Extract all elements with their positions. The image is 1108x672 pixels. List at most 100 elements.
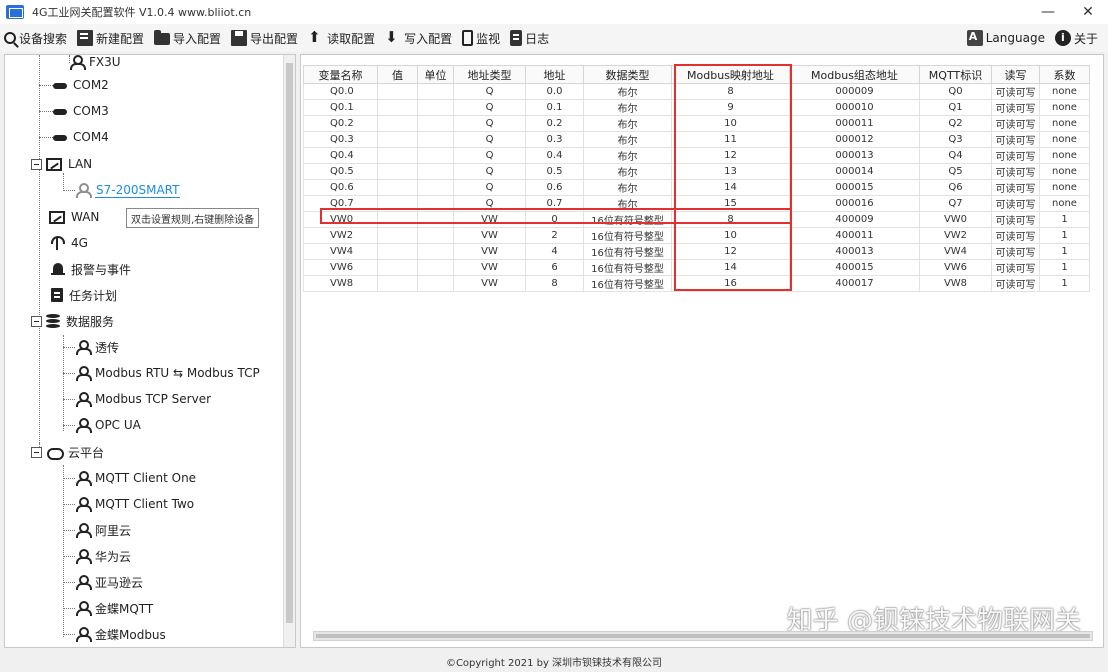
table-cell[interactable]: 0.1 <box>525 99 584 116</box>
horizontal-scrollbar[interactable] <box>313 631 1093 641</box>
table-cell[interactable]: Q <box>453 163 526 180</box>
table-cell[interactable]: none <box>1039 147 1090 164</box>
tree-item-opc-ua[interactable]: OPC UA <box>75 414 141 436</box>
table-cell[interactable] <box>417 131 454 148</box>
tree-item-huawei[interactable]: 华为云 <box>75 545 131 567</box>
table-cell[interactable]: VW0 <box>919 211 992 228</box>
table-cell[interactable]: Q0.0 <box>303 83 378 100</box>
table-cell[interactable]: 000014 <box>789 163 920 180</box>
table-cell[interactable]: 可读可写 <box>991 227 1040 244</box>
column-header[interactable]: 地址 <box>525 65 584 84</box>
table-cell[interactable]: Q0 <box>919 83 992 100</box>
tree-item-com4[interactable]: COM4 <box>53 126 109 148</box>
table-cell[interactable]: none <box>1039 195 1090 212</box>
table-cell[interactable] <box>377 131 418 148</box>
tree-item-mqtt-two[interactable]: MQTT Client Two <box>75 493 194 515</box>
table-cell[interactable]: Q <box>453 115 526 132</box>
table-cell[interactable]: VW <box>453 259 526 276</box>
table-cell[interactable] <box>417 275 454 292</box>
table-cell[interactable] <box>417 99 454 116</box>
table-cell[interactable]: 16位有符号整型 <box>583 243 672 260</box>
log-button[interactable]: 日志 <box>506 25 553 51</box>
write-config-button[interactable]: 写入配置 <box>381 25 456 51</box>
collapse-icon[interactable] <box>31 446 42 458</box>
column-header[interactable]: 数据类型 <box>583 65 672 84</box>
tree-item-4g[interactable]: 4G <box>49 232 88 254</box>
table-cell[interactable]: 16位有符号整型 <box>583 275 672 292</box>
table-cell[interactable] <box>377 275 418 292</box>
table-cell[interactable]: Q0.4 <box>303 147 378 164</box>
tree-item-s7-200smart[interactable]: S7-200SMART <box>75 179 181 201</box>
tree-item-wan[interactable]: WAN <box>49 206 99 228</box>
table-cell[interactable] <box>377 99 418 116</box>
table-cell[interactable]: Q0.2 <box>303 115 378 132</box>
tree-item-fx3u[interactable]: FX3U <box>69 55 121 73</box>
table-cell[interactable]: VW <box>453 243 526 260</box>
table-cell[interactable]: Q0.1 <box>303 99 378 116</box>
table-cell[interactable] <box>417 83 454 100</box>
table-cell[interactable]: Q3 <box>919 131 992 148</box>
column-header[interactable]: 地址类型 <box>453 65 526 84</box>
tree-item-passthrough[interactable]: 透传 <box>75 336 119 358</box>
table-cell[interactable] <box>417 179 454 196</box>
close-button[interactable]: ✕ <box>1068 0 1108 24</box>
table-cell[interactable]: none <box>1039 83 1090 100</box>
column-header[interactable]: 系数 <box>1039 65 1090 84</box>
read-config-button[interactable]: 读取配置 <box>304 25 379 51</box>
table-cell[interactable] <box>417 115 454 132</box>
table-cell[interactable]: 400009 <box>789 211 920 228</box>
column-header[interactable]: 读写 <box>991 65 1040 84</box>
tree-item-cloud[interactable]: 云平台 <box>31 441 104 463</box>
device-search-button[interactable]: 设备搜索 <box>0 25 71 51</box>
table-cell[interactable]: 布尔 <box>583 115 672 132</box>
table-cell[interactable]: 000013 <box>789 147 920 164</box>
table-cell[interactable]: 400013 <box>789 243 920 260</box>
table-cell[interactable]: 可读可写 <box>991 195 1040 212</box>
table-cell[interactable]: 0.2 <box>525 115 584 132</box>
table-cell[interactable] <box>377 243 418 260</box>
language-button[interactable]: Language <box>963 25 1049 51</box>
column-header[interactable]: Modbus组态地址 <box>789 65 920 84</box>
table-cell[interactable]: Q4 <box>919 147 992 164</box>
table-cell[interactable]: VW4 <box>919 243 992 260</box>
table-cell[interactable]: 可读可写 <box>991 179 1040 196</box>
new-config-button[interactable]: 新建配置 <box>73 25 148 51</box>
table-cell[interactable]: Q1 <box>919 99 992 116</box>
table-cell[interactable]: 2 <box>525 227 584 244</box>
table-cell[interactable]: 000012 <box>789 131 920 148</box>
table-cell[interactable]: 可读可写 <box>991 99 1040 116</box>
table-cell[interactable]: 布尔 <box>583 163 672 180</box>
table-cell[interactable]: 1 <box>1039 259 1090 276</box>
table-cell[interactable]: Q6 <box>919 179 992 196</box>
table-cell[interactable]: VW4 <box>303 243 378 260</box>
table-cell[interactable]: 可读可写 <box>991 275 1040 292</box>
table-cell[interactable] <box>417 147 454 164</box>
table-cell[interactable]: Q <box>453 83 526 100</box>
tree-item-modbus-rtu-tcp[interactable]: Modbus RTU ⇆ Modbus TCP <box>75 362 260 384</box>
table-cell[interactable]: 000016 <box>789 195 920 212</box>
table-cell[interactable]: none <box>1039 131 1090 148</box>
table-cell[interactable]: none <box>1039 115 1090 132</box>
table-cell[interactable]: Q0.5 <box>303 163 378 180</box>
table-cell[interactable]: VW <box>453 275 526 292</box>
minimize-button[interactable]: — <box>1028 0 1068 24</box>
table-cell[interactable]: VW6 <box>303 259 378 276</box>
table-cell[interactable]: 000009 <box>789 83 920 100</box>
table-cell[interactable]: 1 <box>1039 243 1090 260</box>
tree-item-com2[interactable]: COM2 <box>53 74 109 96</box>
tree-item-com3[interactable]: COM3 <box>53 100 109 122</box>
import-config-button[interactable]: 导入配置 <box>150 25 225 51</box>
column-header[interactable]: MQTT标识 <box>919 65 992 84</box>
collapse-icon[interactable] <box>31 315 42 327</box>
tree-item-amazon[interactable]: 亚马逊云 <box>75 571 143 593</box>
table-cell[interactable]: 布尔 <box>583 99 672 116</box>
table-cell[interactable]: 4 <box>525 243 584 260</box>
table-cell[interactable]: Q0.6 <box>303 179 378 196</box>
tree-item-kingdee-mqtt[interactable]: 金蝶MQTT <box>75 597 153 619</box>
tree-item-mqtt-one[interactable]: MQTT Client One <box>75 467 196 489</box>
table-cell[interactable]: 0.4 <box>525 147 584 164</box>
table-cell[interactable]: 16位有符号整型 <box>583 259 672 276</box>
table-cell[interactable]: VW2 <box>303 227 378 244</box>
table-cell[interactable]: 1 <box>1039 227 1090 244</box>
table-cell[interactable]: 0.0 <box>525 83 584 100</box>
